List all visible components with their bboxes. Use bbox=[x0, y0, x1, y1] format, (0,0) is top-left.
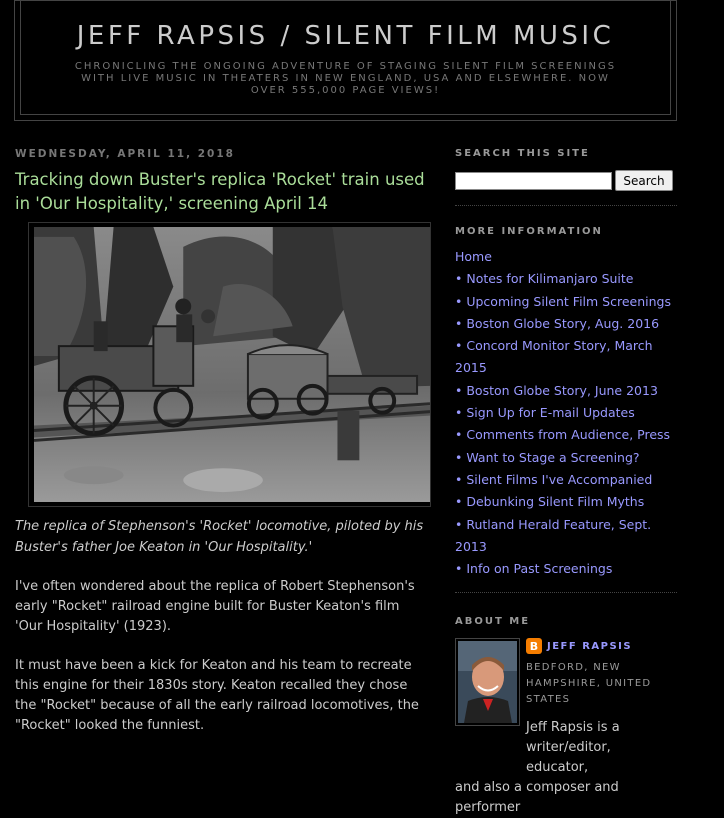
blog-header: JEFF RAPSIS / SILENT FILM MUSIC CHRONICL… bbox=[14, 0, 677, 121]
rocket-locomotive-photo bbox=[34, 227, 430, 502]
search-heading: SEARCH THIS SITE bbox=[455, 148, 590, 159]
link-comments[interactable]: • Comments from Audience, Press bbox=[455, 424, 677, 446]
profile-bio-continued: and also a composer and performer bbox=[455, 780, 619, 816]
search-input[interactable] bbox=[455, 171, 612, 190]
link-email-updates[interactable]: • Sign Up for E-mail Updates bbox=[455, 402, 677, 424]
link-concord-monitor-text[interactable]: • Concord Monitor Story, March 2015 bbox=[455, 338, 653, 375]
link-home-text[interactable]: Home bbox=[455, 249, 492, 264]
link-kilimanjaro-suite[interactable]: • Notes for Kilimanjaro Suite bbox=[455, 268, 677, 290]
sidebar: SEARCH THIS SITE Search MORE INFORMATION… bbox=[455, 148, 677, 818]
profile-info: B JEFF RAPSIS BEDFORD, NEW HAMPSHIRE, UN… bbox=[526, 638, 677, 778]
post-title[interactable]: Tracking down Buster's replica 'Rocket' … bbox=[15, 168, 429, 216]
more-info-heading: MORE INFORMATION bbox=[455, 226, 603, 237]
link-stage-screening-text[interactable]: • Want to Stage a Screening? bbox=[455, 450, 640, 465]
link-stage-screening[interactable]: • Want to Stage a Screening? bbox=[455, 447, 677, 469]
link-boston-globe-2013-text[interactable]: • Boston Globe Story, June 2013 bbox=[455, 383, 658, 398]
link-silent-films-accompanied-text[interactable]: • Silent Films I've Accompanied bbox=[455, 472, 652, 487]
link-email-updates-text[interactable]: • Sign Up for E-mail Updates bbox=[455, 405, 635, 420]
link-upcoming-screenings[interactable]: • Upcoming Silent Film Screenings bbox=[455, 291, 677, 313]
link-past-screenings-text[interactable]: • Info on Past Screenings bbox=[455, 561, 612, 576]
more-info-links: Home • Notes for Kilimanjaro Suite • Upc… bbox=[455, 246, 677, 580]
link-debunking-myths[interactable]: • Debunking Silent Film Myths bbox=[455, 491, 677, 513]
divider bbox=[455, 592, 677, 594]
profile: B JEFF RAPSIS BEDFORD, NEW HAMPSHIRE, UN… bbox=[455, 638, 677, 778]
page: JEFF RAPSIS / SILENT FILM MUSIC CHRONICL… bbox=[0, 0, 724, 815]
link-boston-globe-2016[interactable]: • Boston Globe Story, Aug. 2016 bbox=[455, 313, 677, 335]
link-rutland-herald-text[interactable]: • Rutland Herald Feature, Sept. 2013 bbox=[455, 517, 651, 554]
link-kilimanjaro-suite-text[interactable]: • Notes for Kilimanjaro Suite bbox=[455, 271, 634, 286]
blog-title[interactable]: JEFF RAPSIS / SILENT FILM MUSIC bbox=[21, 21, 670, 51]
link-comments-text[interactable]: • Comments from Audience, Press bbox=[455, 427, 670, 442]
avatar[interactable] bbox=[455, 638, 520, 727]
post-paragraph-2: It must have been a kick for Keaton and … bbox=[15, 658, 419, 733]
profile-bio: Jeff Rapsis is a writer/editor, educator… bbox=[526, 720, 620, 776]
post-date: WEDNESDAY, APRIL 11, 2018 bbox=[15, 148, 235, 160]
photo-caption: The replica of Stephenson's 'Rocket' loc… bbox=[15, 519, 424, 555]
post-photo-frame[interactable] bbox=[28, 222, 431, 507]
profile-name-row: B JEFF RAPSIS bbox=[526, 638, 677, 655]
main-column: WEDNESDAY, APRIL 11, 2018 Tracking down … bbox=[15, 148, 431, 736]
search-form: Search bbox=[455, 170, 677, 191]
link-rutland-herald[interactable]: • Rutland Herald Feature, Sept. 2013 bbox=[455, 514, 677, 559]
search-button[interactable]: Search bbox=[615, 170, 673, 191]
blogger-icon: B bbox=[526, 638, 542, 655]
about-heading: ABOUT ME bbox=[455, 616, 531, 628]
profile-name[interactable]: JEFF RAPSIS bbox=[547, 641, 632, 652]
link-past-screenings[interactable]: • Info on Past Screenings bbox=[455, 558, 677, 580]
link-concord-monitor[interactable]: • Concord Monitor Story, March 2015 bbox=[455, 335, 677, 380]
link-boston-globe-2016-text[interactable]: • Boston Globe Story, Aug. 2016 bbox=[455, 316, 659, 331]
link-upcoming-screenings-text[interactable]: • Upcoming Silent Film Screenings bbox=[455, 294, 671, 309]
link-silent-films-accompanied[interactable]: • Silent Films I've Accompanied bbox=[455, 469, 677, 491]
profile-photo bbox=[458, 641, 517, 724]
link-boston-globe-2013[interactable]: • Boston Globe Story, June 2013 bbox=[455, 380, 677, 402]
divider bbox=[455, 205, 677, 206]
link-home[interactable]: Home bbox=[455, 246, 677, 268]
profile-location: BEDFORD, NEW HAMPSHIRE, UNITED STATES bbox=[526, 662, 652, 706]
header-inner-frame: JEFF RAPSIS / SILENT FILM MUSIC CHRONICL… bbox=[20, 1, 671, 115]
post-paragraph-1: I've often wondered about the replica of… bbox=[15, 579, 415, 634]
link-debunking-myths-text[interactable]: • Debunking Silent Film Myths bbox=[455, 494, 644, 509]
blog-description: CHRONICLING THE ONGOING ADVENTURE OF STA… bbox=[74, 61, 617, 96]
